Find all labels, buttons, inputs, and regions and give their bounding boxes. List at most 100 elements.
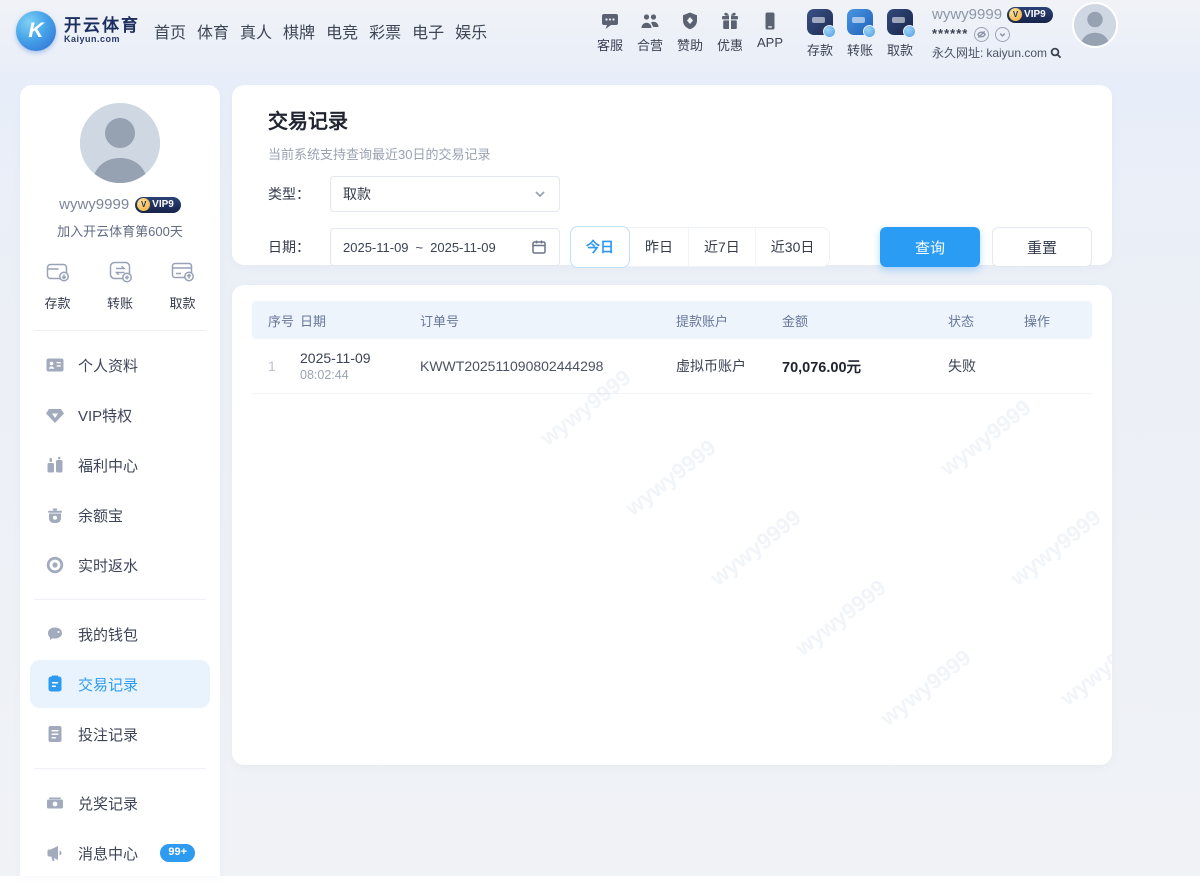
table-row: 1 2025-11-09 08:02:44 KWWT20251109080244…: [252, 339, 1092, 394]
piggy-bank-icon: [45, 624, 65, 644]
deposit-icon: [807, 9, 833, 35]
type-label: 类型：: [268, 184, 330, 204]
cell-amount: 70,076.00元: [782, 356, 948, 377]
header-action: 操作: [1024, 311, 1092, 330]
sidebar-item-yuebao[interactable]: 余额宝: [30, 491, 210, 539]
transfer-icon: [847, 9, 873, 35]
prize-icon: [45, 793, 65, 813]
search-button[interactable]: 查询: [880, 227, 980, 267]
cell-index: 1: [252, 358, 300, 374]
sidebar-item-vip[interactable]: VIP特权: [30, 391, 210, 439]
search-icon[interactable]: [1050, 47, 1062, 59]
range-yesterday[interactable]: 昨日: [630, 228, 689, 266]
page-subtitle: 当前系统支持查询最近30日的交易记录: [268, 144, 1092, 163]
customer-service-link[interactable]: 客服: [590, 2, 630, 54]
nav-home[interactable]: 首页: [154, 19, 186, 43]
customer-service-icon: [600, 11, 620, 31]
brand-logo[interactable]: K 开云体育 Kaiyun.com: [16, 11, 140, 51]
username: wywy9999: [59, 196, 129, 213]
date-label: 日期：: [268, 237, 330, 257]
sponsor-link[interactable]: 赞助: [670, 2, 710, 54]
withdraw-icon: [887, 9, 913, 35]
sidebar-item-prizes[interactable]: 兑奖记录: [30, 779, 210, 827]
sidebar-deposit-button[interactable]: 存款: [44, 258, 71, 312]
sidebar-item-messages[interactable]: 消息中心 99+: [30, 829, 210, 877]
sidebar-menu: 个人资料 VIP特权 福利中心 余额宝 实时返水: [20, 331, 220, 599]
page: K 开云体育 Kaiyun.com 首页 体育 真人 棋牌 电竞 彩票 电子 娱…: [0, 0, 1200, 876]
sidebar-withdraw-button[interactable]: 取款: [169, 258, 196, 312]
main-nav: 首页 体育 真人 棋牌 电竞 彩票 电子 娱乐: [154, 19, 487, 43]
watermark: wywy9999: [705, 505, 806, 592]
bet-record-icon: [45, 724, 65, 744]
page-title: 交易记录: [268, 105, 1092, 134]
table-header-row: 序号 日期 订单号 提款账户 金额 状态 操作: [252, 301, 1092, 339]
nav-esports[interactable]: 电竞: [326, 19, 358, 43]
sidebar-menu: 我的钱包 交易记录 投注记录: [20, 600, 220, 768]
partnership-icon: [640, 11, 660, 31]
date-separator: ~: [416, 240, 424, 255]
sidebar-item-transactions[interactable]: 交易记录: [30, 660, 210, 708]
date-range-input[interactable]: 2025-11-09 ~ 2025-11-09: [330, 228, 560, 266]
masked-balance: ******: [932, 26, 968, 42]
avatar[interactable]: [1072, 2, 1118, 48]
sidebar-item-bets[interactable]: 投注记录: [30, 710, 210, 758]
header-order-no: 订单号: [420, 311, 676, 330]
sidebar: wywy9999 V VIP9 加入开云体育第600天 存款 转账 取款: [20, 85, 220, 876]
vip-medal-icon: V: [1009, 8, 1022, 21]
deposit-link[interactable]: 存款: [800, 2, 840, 59]
permanent-url-value[interactable]: kaiyun.com: [986, 46, 1047, 61]
withdraw-link[interactable]: 取款: [880, 2, 920, 59]
header-status: 状态: [948, 311, 1024, 330]
nav-board-games[interactable]: 棋牌: [283, 19, 315, 43]
vip-medal-icon: V: [137, 198, 150, 211]
calendar-icon: [531, 239, 547, 255]
ledger-icon: [45, 674, 65, 694]
watermark: wywy9999: [875, 645, 976, 732]
sidebar-transfer-button[interactable]: 转账: [107, 258, 134, 312]
watermark: wywy9999: [620, 435, 721, 522]
filter-panel: 交易记录 当前系统支持查询最近30日的交易记录 类型： 取款 日期： 2025-…: [232, 85, 1112, 265]
sidebar-item-wallet[interactable]: 我的钱包: [30, 610, 210, 658]
app-download-link[interactable]: APP: [750, 2, 790, 54]
cell-order-no: KWWT202511090802444298: [420, 358, 676, 374]
promotions-link[interactable]: 优惠: [710, 2, 750, 54]
type-select[interactable]: 取款: [330, 176, 560, 212]
profile-card: wywy9999 V VIP9 加入开云体育第600天: [20, 85, 220, 240]
chevron-circle-icon[interactable]: [995, 27, 1010, 42]
type-select-value: 取款: [343, 184, 371, 204]
avatar[interactable]: [80, 103, 160, 183]
top-right: 客服 合营 赞助 优惠 APP: [590, 2, 1118, 61]
records-table-panel: 序号 日期 订单号 提款账户 金额 状态 操作 1 2025-11-09 08:…: [232, 285, 1112, 765]
quick-range-group: 今日 昨日 近7日 近30日: [570, 227, 830, 267]
id-card-icon: [45, 355, 65, 375]
vip-badge: V VIP9: [135, 197, 181, 213]
range-7-days[interactable]: 近7日: [689, 228, 756, 266]
range-30-days[interactable]: 近30日: [756, 228, 830, 266]
header-date: 日期: [300, 311, 420, 330]
header-index: 序号: [252, 311, 300, 330]
nav-entertainment[interactable]: 娱乐: [455, 19, 487, 43]
partnership-link[interactable]: 合营: [630, 2, 670, 54]
range-today[interactable]: 今日: [570, 226, 630, 268]
nav-slots[interactable]: 电子: [412, 19, 444, 43]
gift-icon: [720, 11, 740, 31]
eye-off-icon[interactable]: [974, 27, 989, 42]
transfer-link[interactable]: 转账: [840, 2, 880, 59]
username: wywy9999: [932, 6, 1002, 25]
date-end: 2025-11-09: [430, 240, 496, 255]
sidebar-item-rebate[interactable]: 实时返水: [30, 541, 210, 589]
sidebar-item-profile[interactable]: 个人资料: [30, 341, 210, 389]
money-pot-icon: [45, 505, 65, 525]
sponsor-icon: [680, 11, 700, 31]
sidebar-menu: 兑奖记录 消息中心 99+: [20, 769, 220, 887]
nav-lottery[interactable]: 彩票: [369, 19, 401, 43]
top-bar: K 开云体育 Kaiyun.com 首页 体育 真人 棋牌 电竞 彩票 电子 娱…: [0, 0, 1200, 62]
nav-live-casino[interactable]: 真人: [240, 19, 272, 43]
date-start: 2025-11-09: [343, 240, 409, 255]
watermark: wywy9999: [935, 395, 1036, 482]
reset-button[interactable]: 重置: [992, 227, 1092, 267]
sidebar-item-welfare[interactable]: 福利中心: [30, 441, 210, 489]
nav-sports[interactable]: 体育: [197, 19, 229, 43]
sidebar-quick-actions: 存款 转账 取款: [20, 240, 220, 330]
unread-count-badge: 99+: [160, 844, 195, 861]
